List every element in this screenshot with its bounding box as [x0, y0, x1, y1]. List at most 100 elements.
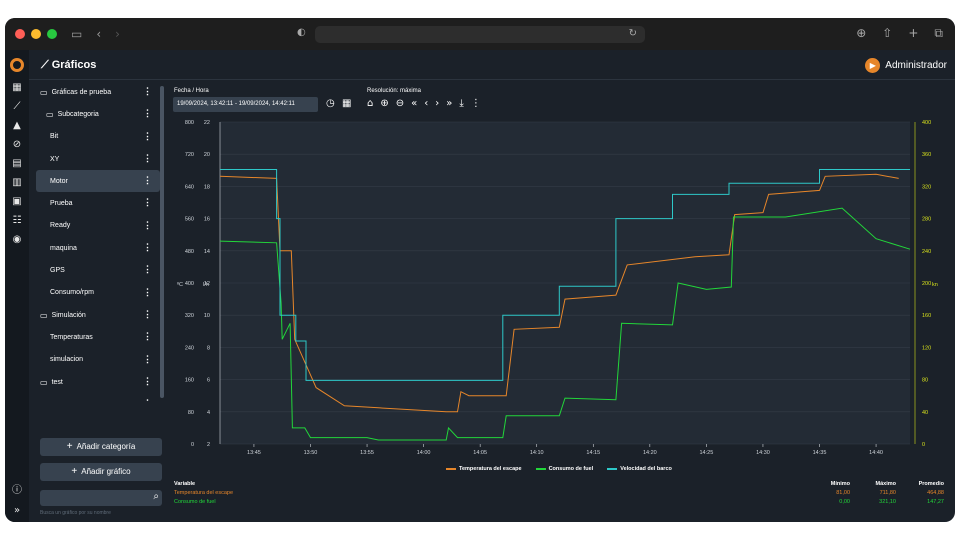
sidebar-item[interactable]: simulacion ⋮ — [36, 349, 160, 371]
sidebar-item[interactable]: Prueba ⋮ — [36, 192, 160, 214]
legend-label: Temperatura del escape — [459, 466, 522, 472]
stats-cell: Máximo — [875, 481, 896, 487]
add-chart-button[interactable]: + Añadir gráfico — [40, 463, 162, 481]
globe-icon[interactable]: ◉ — [5, 230, 29, 249]
sidebar-scrollbar[interactable] — [160, 86, 164, 398]
stats-row: Temperatura del escape 81,00 711,80 464,88 — [174, 490, 946, 499]
shield-icon[interactable]: ◐ — [297, 27, 306, 38]
expand-icon[interactable]: » — [5, 501, 29, 520]
sidebar-item[interactable]: Motor ⋮ — [36, 170, 160, 193]
document-icon[interactable]: ▥ — [5, 173, 29, 192]
reload-icon[interactable]: ↻ — [629, 28, 637, 39]
forward-icon[interactable]: › — [115, 27, 120, 41]
item-menu-icon[interactable]: ⋮ — [143, 108, 152, 119]
sidebar-item-label: Simulación — [51, 311, 86, 319]
item-menu-icon[interactable]: ⋮ — [143, 86, 152, 97]
minimize-window-button[interactable] — [31, 29, 41, 39]
y-tick-right: 360 — [922, 152, 931, 158]
zoom-out-icon[interactable]: ⊖ — [396, 98, 404, 109]
chart-search-input[interactable]: ⌕ — [40, 490, 162, 506]
sidebar-item[interactable]: Consumo/rpm ⋮ — [36, 282, 160, 304]
item-menu-icon[interactable]: ⋮ — [143, 153, 152, 164]
item-menu-icon[interactable]: ⋮ — [143, 220, 152, 231]
item-menu-icon[interactable]: ⋮ — [143, 197, 152, 208]
y-tick-right: 120 — [922, 345, 931, 351]
y-tick-left1: 640 — [185, 184, 194, 190]
address-bar[interactable]: ↻ — [315, 26, 645, 43]
y-tick-left2: 10 — [204, 313, 210, 319]
new-tab-icon[interactable]: + — [908, 26, 918, 41]
date-range-input[interactable]: 19/09/2024, 13:42:11 - 19/09/2024, 14:42… — [173, 97, 318, 112]
item-menu-icon[interactable]: ⋮ — [143, 175, 152, 186]
download-icon[interactable]: ⊕ — [856, 26, 866, 41]
search-icon[interactable]: ⌕ — [153, 491, 159, 502]
x-tick-label: 14:20 — [643, 450, 657, 456]
item-menu-icon[interactable]: ⋮ — [143, 131, 152, 142]
y-tick-left1: 80 — [188, 410, 194, 416]
sidebar-item[interactable]: maquina ⋮ — [36, 237, 160, 259]
zoom-in-icon[interactable]: ⊕ — [380, 98, 388, 109]
page-title: ⟋ Gráficos — [41, 58, 97, 71]
item-menu-icon[interactable]: ⋮ — [143, 309, 152, 320]
rewind-icon[interactable]: « — [411, 98, 417, 109]
clock-icon[interactable]: ◷ — [326, 98, 335, 109]
block-icon[interactable]: ⊘ — [5, 135, 29, 154]
sidebar-item-label: Motor — [50, 177, 68, 185]
y-tick-right: 240 — [922, 249, 931, 255]
sidebar-item[interactable]: ▭ Subcategoria ⋮ — [36, 103, 160, 125]
back-icon[interactable]: ‹ — [96, 27, 101, 41]
legend-item[interactable]: Consumo de fuel — [535, 466, 593, 472]
y-tick-left2: 22 — [204, 120, 210, 126]
alert-icon[interactable]: ▲ — [5, 116, 29, 135]
sidebar-item-label: Ready — [50, 222, 71, 230]
users-icon[interactable]: ☷ — [5, 211, 29, 230]
sidebar-item[interactable]: Temperaturas ⋮ — [36, 326, 160, 348]
download-chart-icon[interactable]: ⤓ — [459, 98, 463, 109]
legend-swatch — [607, 468, 618, 470]
report-icon[interactable]: ▤ — [5, 154, 29, 173]
item-menu-icon[interactable]: ⋮ — [143, 242, 152, 253]
sidebar-item[interactable]: Bit ⋮ — [36, 126, 160, 148]
item-menu-icon[interactable]: ⋮ — [143, 331, 152, 342]
item-menu-icon[interactable]: ⋮ — [143, 354, 152, 365]
user-menu[interactable]: ▶ Administrador — [865, 58, 947, 73]
sidebar-item[interactable]: ▭Smartlog⋮ — [36, 393, 160, 401]
y-tick-left1: 400 — [185, 281, 194, 287]
sidebar-item[interactable]: XY ⋮ — [36, 148, 160, 170]
charts-icon[interactable]: ⟋ — [5, 97, 29, 116]
chart-tree: ▭ Gráficas de prueba ⋮ ▭ Subcategoria ⋮ Bit ⋮ XY… — [36, 81, 160, 401]
maximize-window-button[interactable] — [47, 29, 57, 39]
home-icon[interactable]: ⌂ — [367, 98, 373, 109]
fast-forward-icon[interactable]: » — [446, 98, 452, 109]
sidebar-item[interactable]: Ready ⋮ — [36, 215, 160, 237]
close-window-button[interactable] — [15, 29, 25, 39]
tabs-icon[interactable]: ⧉ — [934, 26, 943, 41]
stats-cell: Consumo de fuel — [174, 499, 216, 505]
folder-icon: ▭ — [40, 400, 48, 401]
calendar-icon[interactable]: ▦ — [342, 98, 351, 109]
y-axis-label-right: kn — [932, 282, 938, 288]
add-category-button[interactable]: + Añadir categoría — [40, 438, 162, 456]
sidebar-item[interactable]: ▭ Gráficas de prueba ⋮ — [36, 81, 160, 103]
legend-item[interactable]: Temperatura del escape — [446, 466, 522, 472]
item-menu-icon[interactable]: ⋮ — [143, 376, 152, 387]
sidebar-toggle-icon[interactable]: ▭ — [71, 27, 82, 41]
sidebar-item[interactable]: ▭ Simulación ⋮ — [36, 304, 160, 326]
item-menu-icon[interactable]: ⋮ — [143, 398, 152, 401]
info-icon[interactable]: ⓘ — [5, 481, 29, 500]
item-menu-icon[interactable]: ⋮ — [143, 264, 152, 275]
more-options-icon[interactable]: ⋮ — [471, 98, 481, 109]
share-icon[interactable]: ⇧ — [882, 26, 892, 41]
date-label: Fecha / Hora — [174, 88, 209, 94]
app-logo[interactable] — [10, 58, 24, 72]
previous-icon[interactable]: ‹ — [424, 98, 428, 109]
message-icon[interactable]: ▣ — [5, 192, 29, 211]
legend-item[interactable]: Velocidad del barco — [607, 466, 672, 472]
next-icon[interactable]: › — [435, 98, 439, 109]
sidebar-item[interactable]: GPS ⋮ — [36, 259, 160, 281]
stats-table: Variable Mínimo Máximo Promedio Temperatura … — [174, 481, 946, 508]
dashboard-icon[interactable]: ▦ — [5, 78, 29, 97]
y-tick-left2: 4 — [207, 410, 210, 416]
sidebar-item[interactable]: ▭ test ⋮ — [36, 371, 160, 393]
item-menu-icon[interactable]: ⋮ — [143, 287, 152, 298]
